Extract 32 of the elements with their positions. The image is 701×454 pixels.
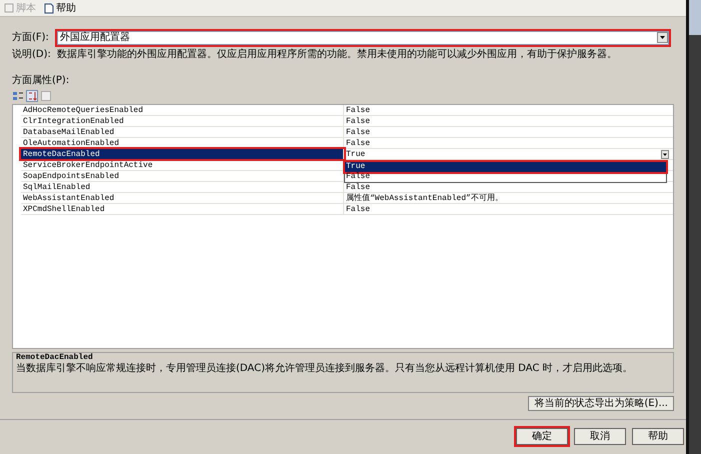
property-name[interactable]: DatabaseMailEnabled: [21, 127, 344, 137]
toolbar-button[interactable]: 帮助: [44, 0, 76, 16]
dropdown-option[interactable]: False: [345, 172, 666, 182]
property-value: False: [345, 116, 372, 126]
description-text: 数据库引擎功能的外围应用配置器。仅应启用应用程序所需的功能。禁用未使用的功能可以减少外围应用，有助于保护服务器。: [57, 48, 617, 62]
export-policy-button[interactable]: 将当前的状态导出为策略(E)...: [528, 396, 674, 411]
property-value: False: [345, 127, 372, 137]
sort-alphabetical-icon[interactable]: [26, 90, 38, 102]
properties-label: 方面属性(P):: [12, 74, 70, 88]
property-value: 属性值“WebAssistantEnabled”不可用。: [345, 193, 504, 203]
property-value: False: [345, 204, 372, 214]
categorized-icon[interactable]: [12, 90, 24, 102]
property-name[interactable]: RemoteDacEnabled: [21, 149, 344, 159]
help-text: 当数据库引擎不响应常规连接时，专用管理员连接(DAC)将允许管理员连接到服务器。只有当您从远程计算机使用 DAC 时，才启用此选项。: [16, 363, 634, 375]
dialog-button[interactable]: 取消: [574, 428, 626, 445]
property-value: False: [345, 138, 372, 148]
property-value: True: [344, 149, 673, 159]
facet-dropdown[interactable]: 外国应用配置器: [57, 30, 669, 44]
description-label: 说明(D):: [12, 48, 52, 62]
property-name[interactable]: ClrIntegrationEnabled: [21, 116, 344, 126]
property-value: False: [345, 182, 372, 192]
property-name[interactable]: XPCmdShellEnabled: [21, 204, 344, 214]
property-name[interactable]: WebAssistantEnabled: [21, 193, 344, 203]
property-value: False: [345, 105, 372, 115]
help-title: RemoteDacEnabled: [16, 353, 94, 362]
dialog-button[interactable]: 帮助: [632, 428, 684, 445]
dialog-button[interactable]: 确定: [516, 428, 568, 445]
facet-label: 方面(F):: [12, 30, 50, 45]
dropdown-option[interactable]: True: [345, 162, 666, 172]
property-name[interactable]: AdHocRemoteQueriesEnabled: [21, 105, 344, 115]
script-icon: [4, 3, 14, 13]
document-icon: [44, 2, 54, 14]
